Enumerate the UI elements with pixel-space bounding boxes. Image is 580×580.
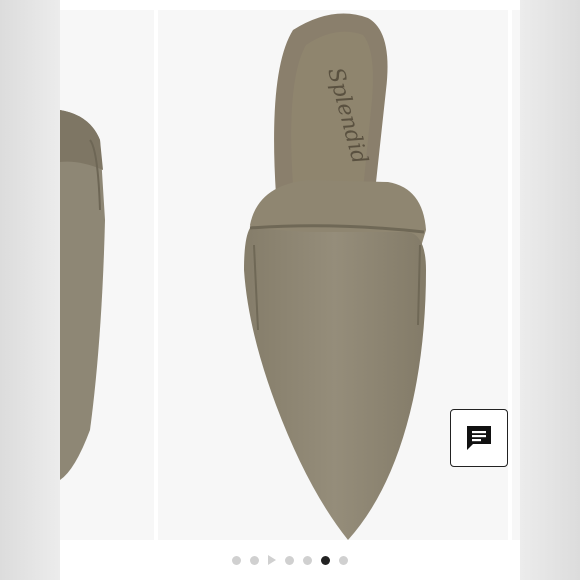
pagination-dot-active[interactable] bbox=[321, 555, 330, 565]
video-play-icon[interactable] bbox=[268, 555, 276, 565]
pagination-dot[interactable] bbox=[250, 555, 259, 565]
shoe-side-view-image bbox=[60, 110, 105, 480]
carousel-pagination bbox=[0, 553, 580, 567]
chat-message-icon bbox=[467, 426, 491, 450]
right-margin bbox=[520, 0, 580, 580]
left-margin bbox=[0, 0, 60, 580]
carousel-slide-next[interactable] bbox=[512, 10, 520, 540]
pagination-dot[interactable] bbox=[285, 555, 294, 565]
image-carousel[interactable]: Splendid bbox=[60, 0, 520, 580]
pagination-dot[interactable] bbox=[232, 555, 241, 565]
pagination-dot[interactable] bbox=[303, 555, 312, 565]
carousel-slide-previous[interactable] bbox=[60, 10, 154, 540]
pagination-dot[interactable] bbox=[339, 555, 348, 565]
chat-button[interactable] bbox=[450, 409, 508, 467]
